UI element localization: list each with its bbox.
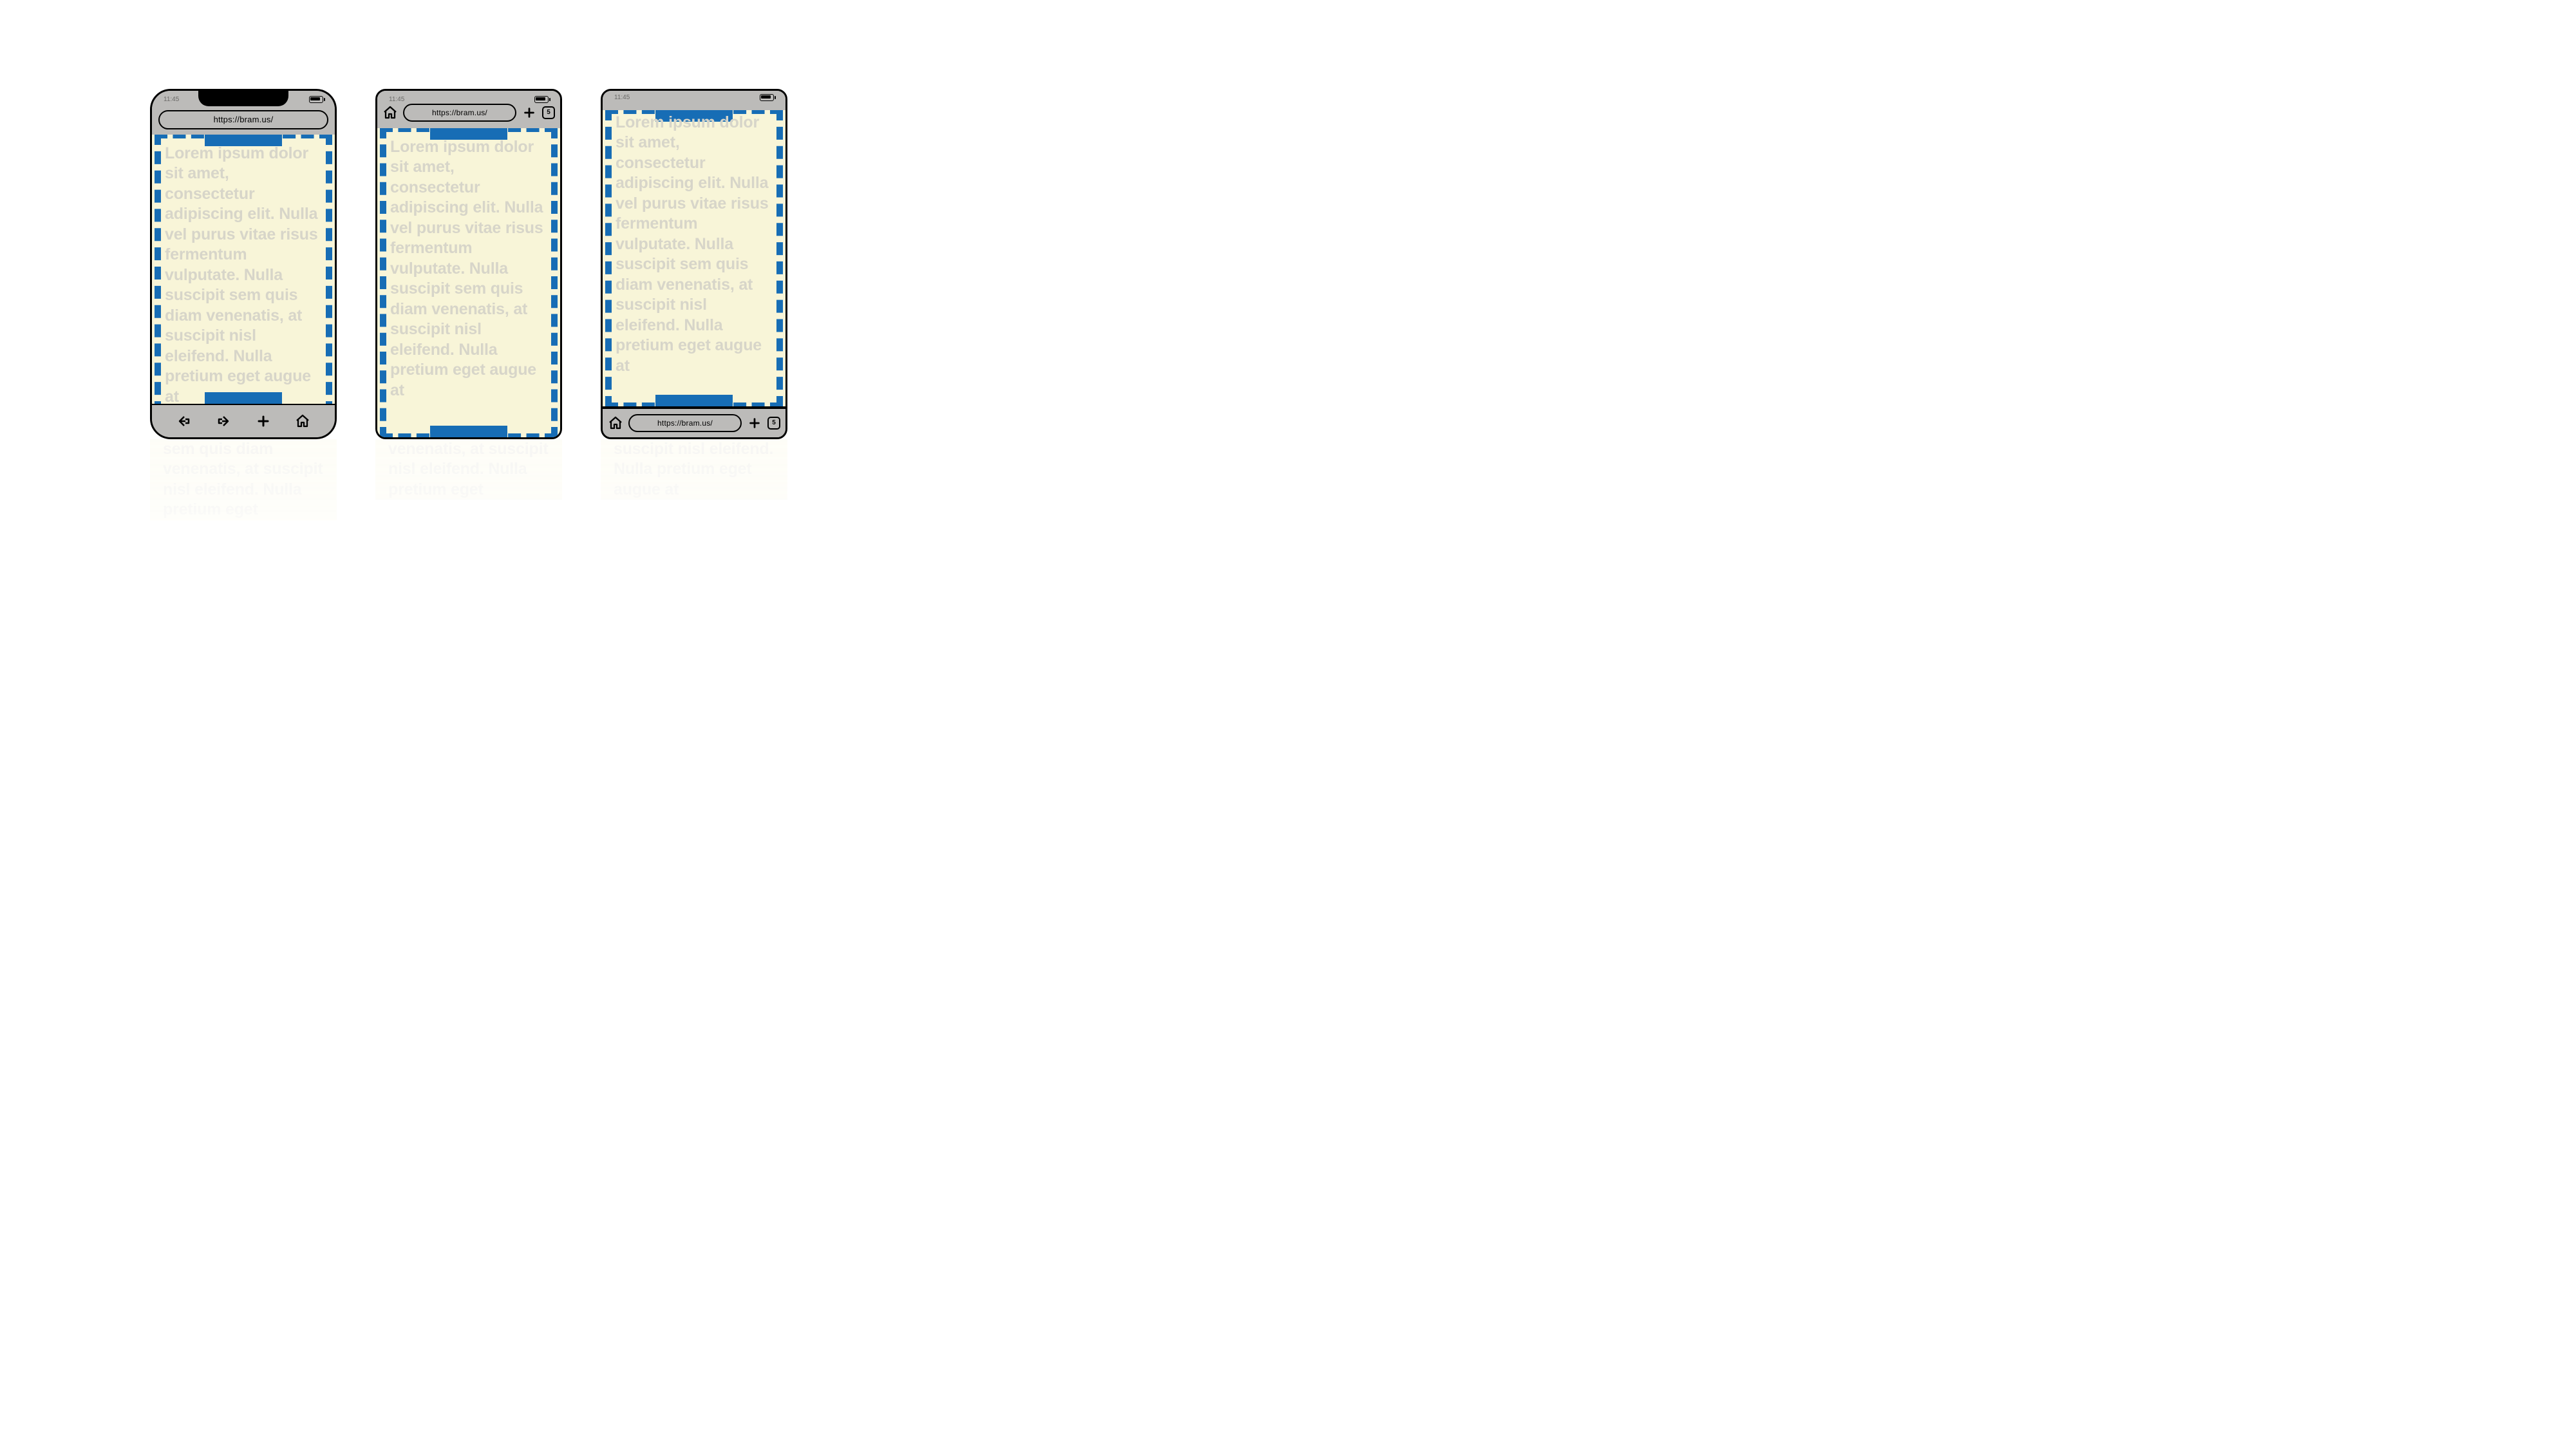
browser-chrome-bottom: https://bram.us/ 5 [603, 408, 785, 437]
plus-icon[interactable] [747, 415, 762, 431]
phone-mockup-3: 11:45 Lorem ipsum dolor sit amet, consec… [601, 89, 787, 439]
viewport-bottom-tab [430, 426, 507, 437]
status-bar: 11:45 [377, 91, 560, 109]
status-time: 11:45 [164, 96, 179, 103]
page-content-text: Lorem ipsum dolor sit amet, consectetur … [616, 113, 773, 377]
viewport: Lorem ipsum dolor sit amet, consectetur … [603, 110, 785, 408]
battery-icon [534, 96, 549, 103]
browser-chrome-bottom [152, 404, 335, 437]
forward-arrow-icon[interactable] [216, 413, 231, 429]
home-icon[interactable] [295, 413, 310, 429]
battery-icon [760, 94, 774, 101]
reflection: suscipit nisl eleifend. Nulla pretium eg… [601, 439, 787, 645]
battery-icon [309, 96, 323, 103]
viewport: Lorem ipsum dolor sit amet, consectetur … [377, 128, 560, 437]
url-text: https://bram.us/ [214, 115, 274, 124]
plus-icon[interactable] [256, 413, 271, 429]
phone-mockup-2: 11:45 https://bram.us/ 5 [375, 89, 562, 439]
back-arrow-icon[interactable] [176, 413, 192, 429]
phone-mockup-1: 11:45 https://bram.us/ Lorem ipsum dolor… [150, 89, 337, 439]
url-text: https://bram.us/ [657, 419, 713, 428]
viewport-bottom-tab [655, 395, 733, 408]
viewport: Lorem ipsum dolor sit amet, consectetur … [152, 135, 335, 404]
status-time: 11:45 [614, 94, 630, 101]
status-time: 11:45 [389, 96, 404, 103]
url-text: https://bram.us/ [432, 108, 487, 117]
tab-count[interactable]: 5 [767, 417, 780, 430]
url-bar[interactable]: https://bram.us/ [628, 414, 742, 432]
device-notch [198, 91, 288, 106]
url-bar[interactable]: https://bram.us/ [158, 110, 328, 129]
home-icon[interactable] [608, 415, 623, 431]
diagram-stage: 11:45 https://bram.us/ Lorem ipsum dolor… [150, 89, 787, 439]
reflection: venenatis, at suscipit nisl eleifend. Nu… [375, 439, 562, 645]
reflection: sem quis diam venenatis, at suscipit nis… [150, 439, 337, 645]
status-bar: 11:45 [603, 91, 785, 105]
page-content-text: Lorem ipsum dolor sit amet, consectetur … [165, 144, 322, 404]
page-content-text: Lorem ipsum dolor sit amet, consectetur … [390, 137, 547, 401]
